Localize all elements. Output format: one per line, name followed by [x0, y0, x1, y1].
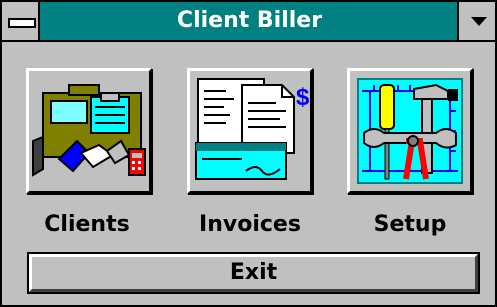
setup-button[interactable] [347, 68, 473, 194]
setup-label: Setup [373, 212, 447, 237]
system-menu-button[interactable] [2, 2, 40, 40]
exit-button[interactable]: Exit [27, 252, 480, 294]
invoices-button[interactable]: $ [187, 68, 313, 194]
app-window: Client Biller Clients $ Invoices Setup E… [0, 0, 497, 307]
minimize-button[interactable] [457, 2, 495, 40]
system-menu-icon [8, 18, 36, 28]
title-bar[interactable]: Client Biller [2, 2, 495, 42]
briefcase-handshake-icon [32, 84, 146, 177]
tools-icon [357, 78, 463, 184]
svg-text:$: $ [296, 84, 310, 111]
clients-label: Clients [44, 212, 130, 237]
chevron-down-icon [471, 17, 487, 26]
window-title: Client Biller [176, 8, 323, 33]
invoice-dollar-icon: $ [195, 78, 310, 180]
clients-button[interactable] [26, 68, 152, 194]
invoices-label: Invoices [199, 212, 301, 237]
